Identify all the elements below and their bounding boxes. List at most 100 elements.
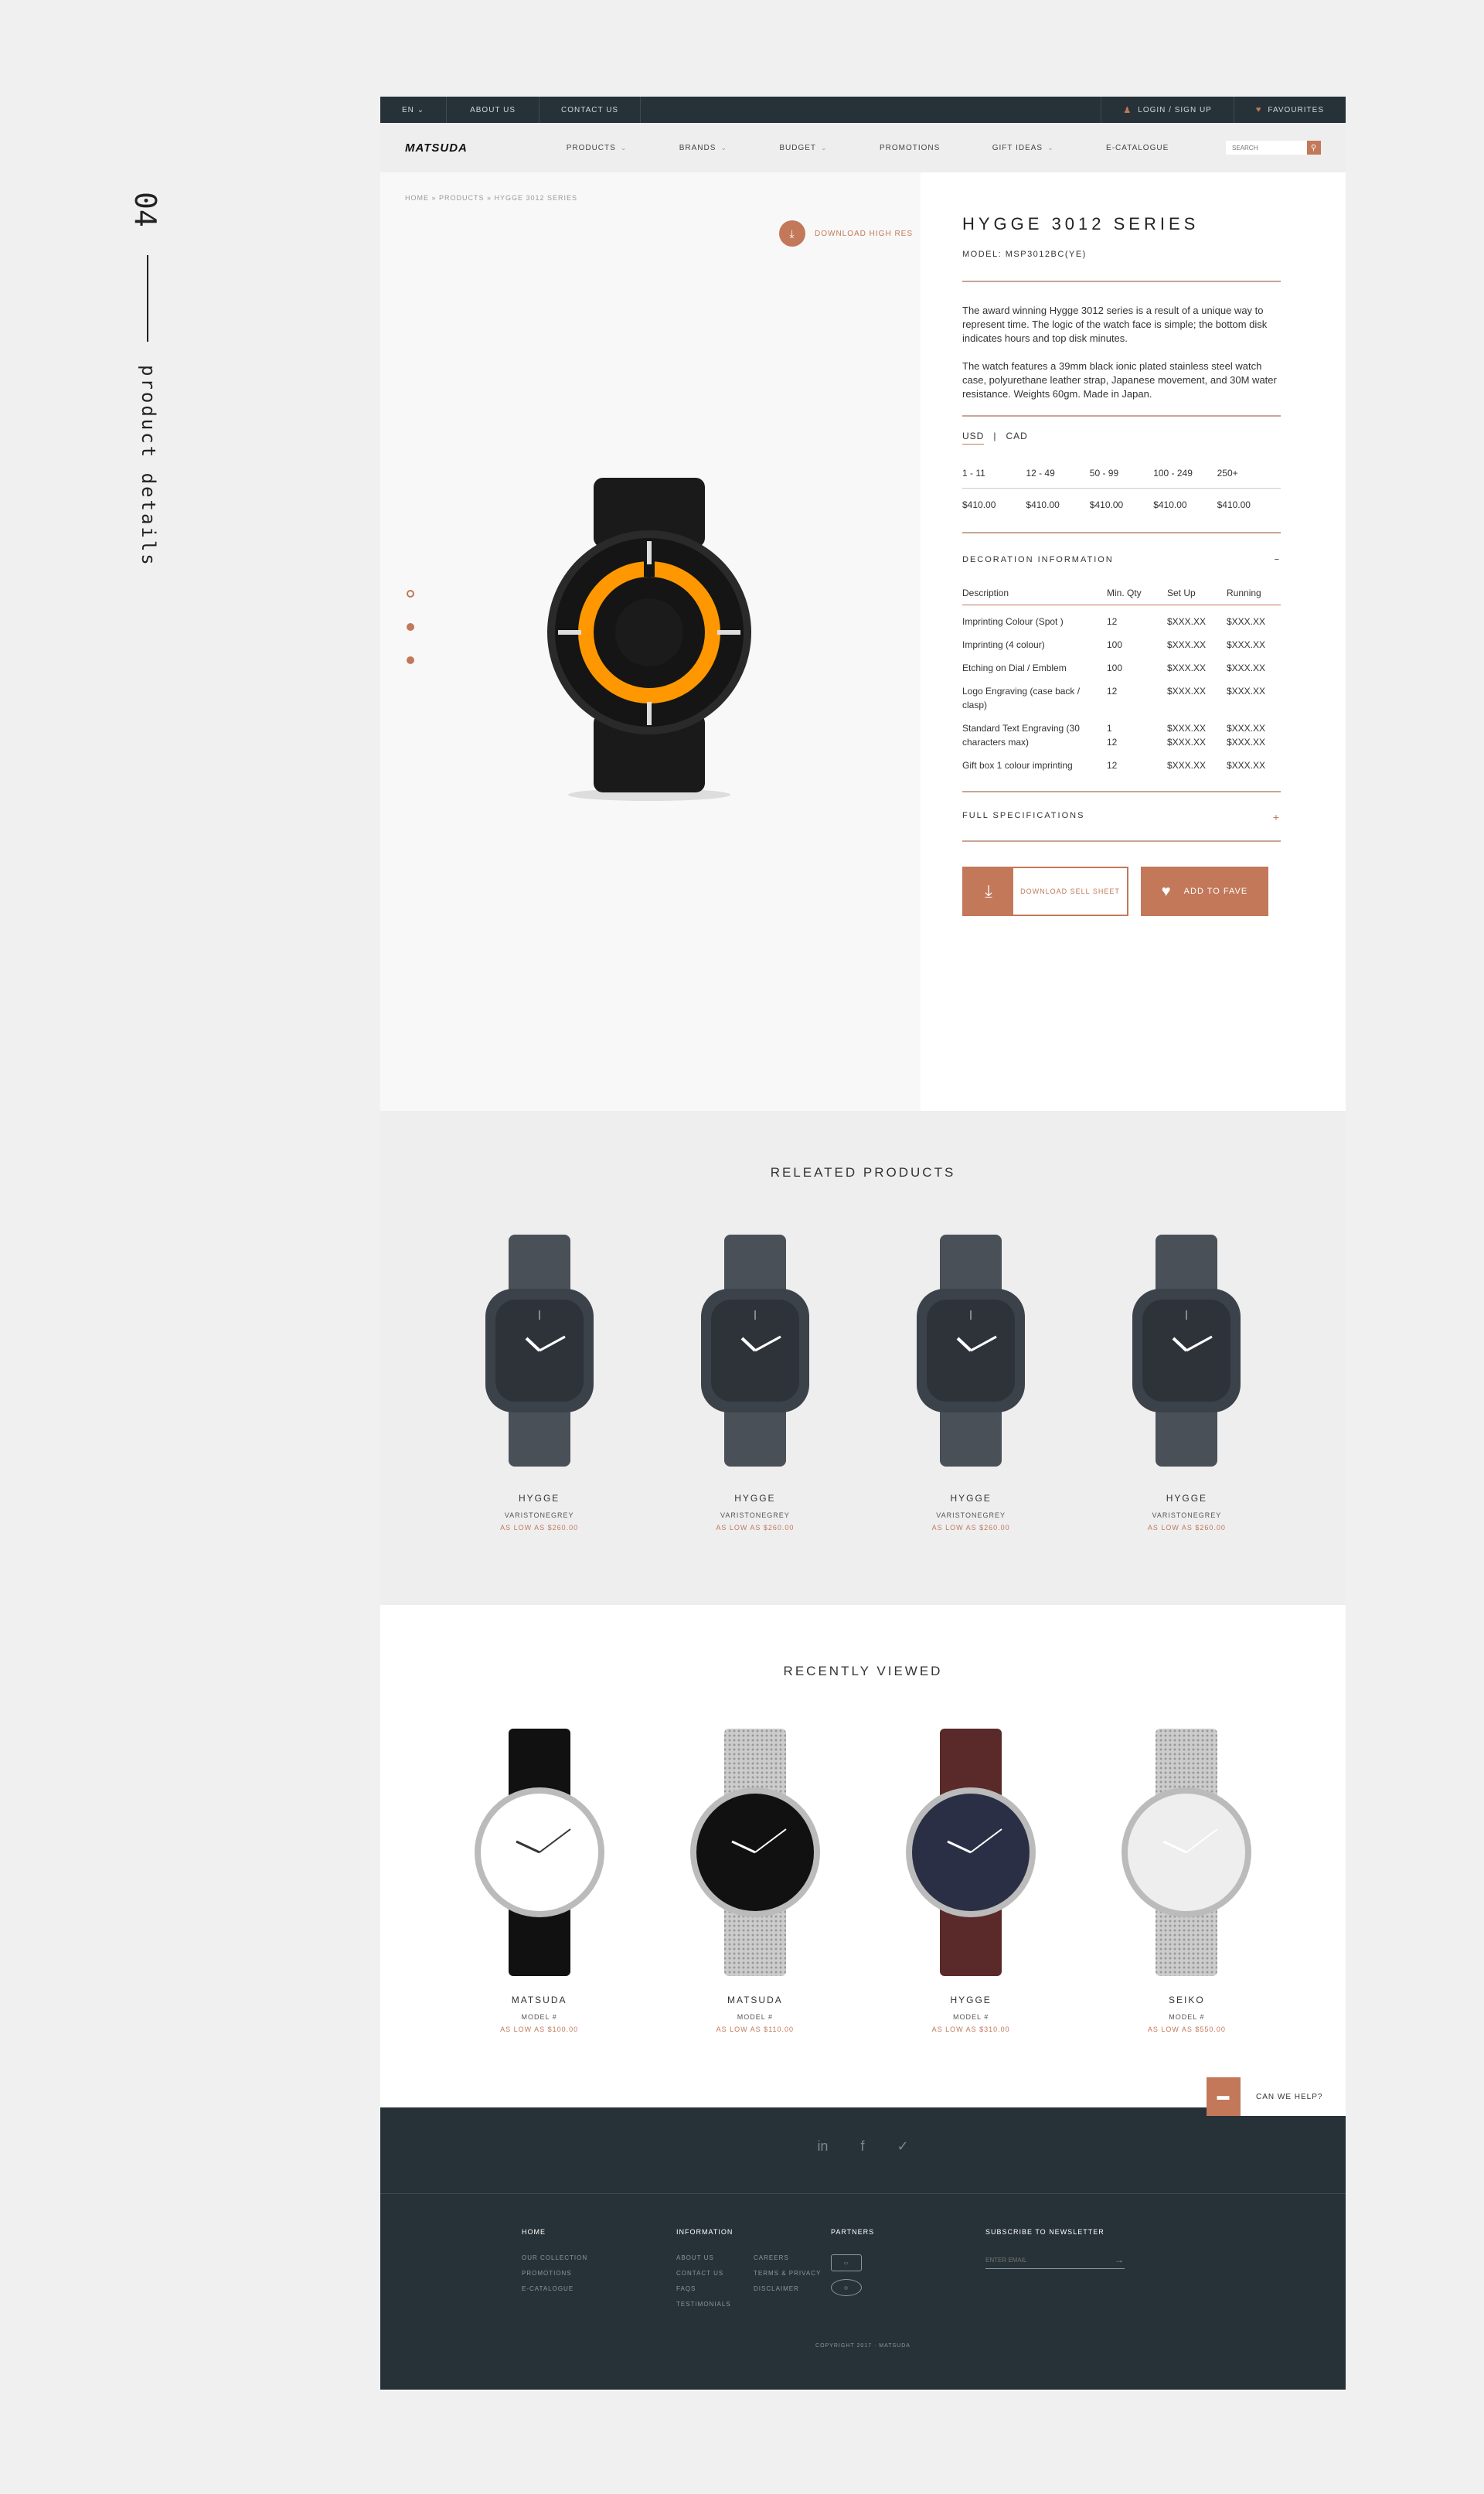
newsletter-form: →	[985, 2254, 1125, 2269]
product-card[interactable]: HYGGE VARISTONEGREY AS LOW AS $260.00	[678, 1227, 832, 1531]
footer-col-information: INFORMATION ABOUT US CONTACT US FAQS TES…	[676, 2228, 831, 2316]
footer-link[interactable]: OUR COLLECTION	[522, 2254, 676, 2261]
product-card[interactable]: HYGGE VARISTONEGREY AS LOW AS $260.00	[1109, 1227, 1264, 1531]
tier-price: $410.00	[1153, 499, 1187, 510]
gallery-dot-2[interactable]	[407, 623, 414, 631]
footer-heading[interactable]: HOME	[522, 2228, 676, 2236]
card-name: SEIKO	[1169, 1995, 1205, 2005]
quantity-tiers: 1 - 11 12 - 49 50 - 99 100 - 249 250+	[962, 468, 1281, 489]
card-price: AS LOW AS $260.00	[716, 1524, 795, 1531]
main-nav: MATSUDA PRODUCTS ⌄ BRANDS ⌄ BUDGET ⌄ PROMOT…	[380, 123, 1346, 172]
card-subtitle: MODEL #	[953, 2013, 989, 2021]
row-min-qty: 12	[1107, 686, 1118, 697]
nav-label: BUDGET	[779, 143, 817, 152]
divider	[962, 532, 1281, 533]
row-running: $XXX.XX $XXX.XX	[1227, 723, 1266, 748]
divider	[962, 281, 1281, 282]
download-icon: ⤓	[779, 220, 805, 247]
tab-usd[interactable]: USD	[962, 431, 985, 445]
row-running: $XXX.XX	[1227, 686, 1266, 697]
gallery-dot-3[interactable]	[407, 656, 414, 664]
product-card[interactable]: HYGGE VARISTONEGREY AS LOW AS $260.00	[462, 1227, 617, 1531]
chevron-down-icon: ⌄	[1047, 143, 1054, 152]
email-field[interactable]	[985, 2256, 1094, 2264]
recently-viewed-section: RECENTLY VIEWED MATSUDA MODEL # AS LOW AS …	[380, 1605, 1346, 2107]
currency-separator: |	[993, 431, 997, 441]
product-card[interactable]: SEIKO MODEL # AS LOW AS $550.00	[1109, 1729, 1264, 2033]
card-name: HYGGE	[734, 1493, 776, 1504]
nav-label: PRODUCTS	[566, 143, 616, 152]
nav-item-products[interactable]: PRODUCTS ⌄	[567, 144, 628, 152]
qty-tier: 250+	[1217, 468, 1238, 479]
favourites-label: FAVOURITES	[1268, 105, 1324, 114]
product-card[interactable]: MATSUDA MODEL # AS LOW AS $110.00	[678, 1729, 832, 2033]
row-description: Logo Engraving (case back / clasp)	[962, 686, 1081, 710]
footer-link[interactable]: CAREERS	[754, 2254, 821, 2261]
row-set-up: $XXX.XX	[1167, 639, 1207, 650]
watch-image	[678, 1227, 832, 1474]
product-card[interactable]: HYGGE VARISTONEGREY AS LOW AS $260.00	[893, 1227, 1048, 1531]
product-actions: ⤓ DOWNLOAD SELL SHEET ♥ ADD TO FAVE	[962, 867, 1281, 916]
row-description: Imprinting Colour (Spot )	[962, 616, 1064, 627]
section-number: 04	[128, 192, 162, 227]
nav-item-brands[interactable]: BRANDS ⌄	[679, 144, 727, 152]
nav-item-promotions[interactable]: PROMOTIONS	[880, 144, 940, 152]
footer-link[interactable]: TERMS & PRIVACY	[754, 2270, 821, 2277]
search-button[interactable]: ⚲	[1307, 141, 1321, 155]
footer-link[interactable]: E-CATALOGUE	[522, 2285, 676, 2292]
recent-grid: MATSUDA MODEL # AS LOW AS $100.00 MATSUDA MO…	[380, 1729, 1346, 2033]
card-subtitle: VARISTONEGREY	[504, 1511, 574, 1519]
favourites-link[interactable]: ♥ FAVOURITES	[1233, 97, 1346, 123]
twitter-icon[interactable]: ✓	[897, 2138, 908, 2193]
search-icon: ⚲	[1310, 143, 1318, 152]
download-high-res-button[interactable]: ⤓ DOWNLOAD HIGH RES	[779, 220, 913, 247]
gallery-dots	[407, 590, 414, 690]
download-sell-sheet-button[interactable]: ⤓ DOWNLOAD SELL SHEET	[962, 867, 1128, 916]
card-subtitle: VARISTONEGREY	[720, 1511, 790, 1519]
logo[interactable]: MATSUDA	[405, 141, 540, 155]
tier-price: $410.00	[1026, 499, 1060, 510]
product-card[interactable]: MATSUDA MODEL # AS LOW AS $100.00	[462, 1729, 617, 2033]
specifications-toggle[interactable]: FULL SPECIFICATIONS +	[962, 811, 1281, 823]
section-label: product details	[138, 365, 159, 567]
product-gallery: HOME » PRODUCTS » HYGGE 3012 SERIES ⤓ DO…	[380, 172, 921, 1111]
arrow-right-icon[interactable]: →	[1115, 2254, 1125, 2265]
qty-tier: 1 - 11	[962, 468, 985, 479]
about-link[interactable]: ABOUT US	[447, 97, 540, 123]
card-name: HYGGE	[518, 1493, 560, 1504]
card-subtitle: MODEL #	[521, 2013, 557, 2021]
col-description: Description	[962, 588, 1009, 598]
add-to-fave-button[interactable]: ♥ ADD TO FAVE	[1141, 867, 1268, 916]
decoration-toggle[interactable]: DECORATION INFORMATION −	[962, 555, 1281, 564]
footer-link[interactable]: PROMOTIONS	[522, 2270, 676, 2277]
tab-cad[interactable]: CAD	[1006, 431, 1027, 445]
row-running: $XXX.XX	[1227, 616, 1266, 627]
nav-item-gift-ideas[interactable]: GIFT IDEAS ⌄	[992, 144, 1054, 152]
nav-item-budget[interactable]: BUDGET ⌄	[779, 144, 827, 152]
breadcrumb[interactable]: HOME » PRODUCTS » HYGGE 3012 SERIES	[405, 194, 577, 202]
login-link[interactable]: ♟ LOGIN / SIGN UP	[1101, 97, 1233, 123]
help-chat-button[interactable]: ▬ CAN WE HELP?	[1207, 2077, 1346, 2116]
chevron-down-icon: ⌄	[620, 143, 628, 152]
card-subtitle: VARISTONEGREY	[1152, 1511, 1222, 1519]
copyright: COPYRIGHT 2017 · MATSUDA	[815, 2343, 910, 2349]
nav-label: BRANDS	[679, 143, 716, 152]
row-set-up: $XXX.XX	[1167, 760, 1207, 771]
row-description: Etching on Dial / Emblem	[962, 663, 1067, 673]
side-divider	[147, 255, 148, 342]
nav-item-e-catalogue[interactable]: E-CATALOGUE	[1106, 144, 1169, 152]
contact-link[interactable]: CONTACT US	[539, 97, 642, 123]
download-sell-sheet-label: DOWNLOAD SELL SHEET	[1020, 888, 1120, 895]
language-select[interactable]: EN ⌄	[380, 97, 448, 123]
row-min-qty: 100	[1107, 663, 1123, 673]
footer-link[interactable]: DISCLAIMER	[754, 2285, 821, 2292]
gallery-dot-1[interactable]	[407, 590, 414, 598]
footer-link[interactable]: TESTIMONIALS	[676, 2301, 831, 2308]
product-card[interactable]: HYGGE MODEL # AS LOW AS $310.00	[893, 1729, 1048, 2033]
row-min-qty: 12	[1107, 760, 1118, 771]
facebook-icon[interactable]: f	[860, 2138, 864, 2193]
tier-prices: $410.00 $410.00 $410.00 $410.00 $410.00	[962, 499, 1281, 510]
row-running: $XXX.XX	[1227, 639, 1266, 650]
linkedin-icon[interactable]: in	[817, 2138, 828, 2193]
search-input[interactable]	[1226, 141, 1307, 155]
